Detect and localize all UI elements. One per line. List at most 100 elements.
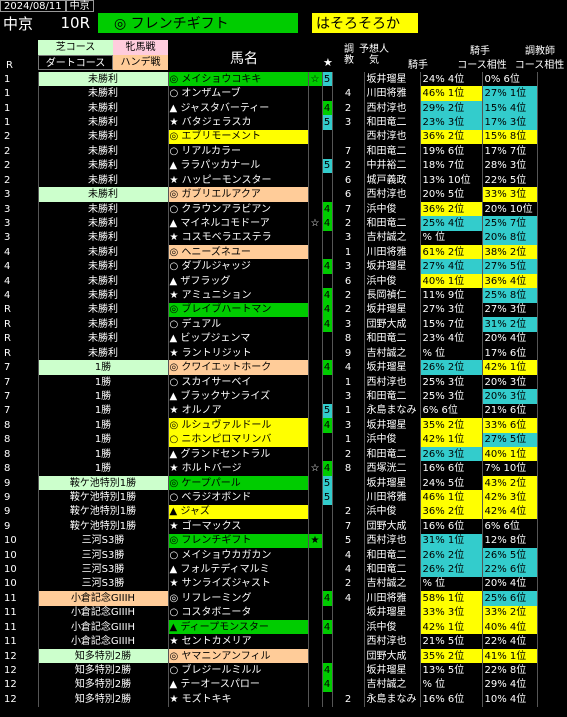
predict-rank: 2: [332, 158, 365, 173]
race-num: 7: [0, 389, 39, 404]
trainer-course-stat: 22% 5位: [482, 172, 538, 188]
table-row[interactable]: 9 鞍ケ池特別1勝 ○ ベラジオボンド 5 川田将雅 46% 1位 42% 3位: [0, 490, 538, 505]
table-row[interactable]: 11 小倉記念GIIIH ◎ リフレーミング 4 4 川田将雅 58% 1位 25% 6位: [0, 591, 538, 606]
table-row[interactable]: R 未勝利 ◎ ブレイブハートマン 4 2 坂井瑠星 27% 3位 27% 3位: [0, 302, 538, 318]
table-row[interactable]: 2 未勝利 ★ ハッピーモンスター 6 城戸義政 13% 10位 22% 5位: [0, 172, 538, 188]
table-row[interactable]: 8 1勝 ★ ホルトバージ ☆ 4 8 西塚洸二 16% 6位 7% 10位: [0, 461, 538, 476]
table-row[interactable]: 2 未勝利 ○ リアルカラー 7 和田竜二 19% 6位 17% 7位: [0, 144, 538, 159]
predict-value: 2: [344, 290, 352, 302]
race-class: 未勝利: [38, 86, 169, 101]
race-num: 2: [0, 158, 39, 173]
jockey-name: 坂井瑠星: [364, 360, 421, 375]
jockey-name: 坂井瑠星: [364, 663, 421, 678]
jockey-name: 団野大成: [364, 317, 421, 332]
trainer-course-stat: 22% 4位: [482, 634, 538, 649]
table-row[interactable]: 12 知多特別2勝 ○ ブレジールミルル 4 坂井瑠星 13% 5位 22% 8位: [0, 663, 538, 678]
predict-rank: 1: [332, 403, 365, 419]
jockey-name: 浜中俊: [364, 620, 421, 635]
trainer-course-stat: 42% 4位: [482, 504, 538, 520]
horse-name: ◎ ヤマニンアンフィル: [168, 648, 309, 664]
race-class: 未勝利: [38, 331, 169, 347]
predict-value: 1: [344, 434, 352, 446]
star-mark: ☆: [308, 72, 323, 87]
table-row[interactable]: 9 鞍ケ池特別1勝 ◎ ケープパール 5 坂井瑠星 24% 5位 43% 2位: [0, 475, 538, 491]
horse-name: ○ ニホンピロマリンバ: [168, 432, 309, 447]
table-row[interactable]: 4 未勝利 ◎ ヘニーズネユー 1 川田将雅 61% 2位 38% 2位: [0, 245, 538, 260]
table-row[interactable]: 7 1勝 ○ スカイサーベイ 1 西村淳也 25% 3位 20% 3位: [0, 374, 538, 390]
predict-rank: 1: [332, 432, 365, 447]
race-num: 1: [0, 115, 39, 130]
jockey-course-stat: 25% 4位: [420, 216, 483, 231]
venue-tab[interactable]: 中京: [65, 0, 94, 12]
predict-rank: 2: [332, 576, 365, 592]
race-class: 未勝利: [38, 72, 169, 87]
jockey-name: 永島まなみ: [364, 403, 421, 419]
table-row[interactable]: 9 鞍ケ池特別1勝 ★ ゴーマックス 7 団野大成 16% 6位 6% 6位: [0, 519, 538, 534]
star-mark: [308, 374, 323, 390]
jockey-name: 浜中俊: [364, 201, 421, 217]
table-row[interactable]: 3 未勝利 ○ クラウンアラビアン 4 7 浜中俊 36% 2位 20% 10位: [0, 201, 538, 217]
table-row[interactable]: 11 小倉記念GIIIH ▲ ディープモンスター 4 浜中俊 42% 1位 40% 4位: [0, 620, 538, 635]
table-row[interactable]: 4 未勝利 ○ ダブルジャッジ 4 3 坂井瑠星 27% 4位 27% 5位: [0, 259, 538, 274]
race-class: 未勝利: [38, 144, 169, 159]
table-row[interactable]: 9 鞍ケ池特別1勝 ▲ ジャズ 2 浜中俊 36% 2位 42% 4位: [0, 504, 538, 520]
table-row[interactable]: R 未勝利 ▲ ビップジェンマ 8 和田竜二 23% 4位 20% 4位: [0, 331, 538, 347]
predict-rank: [332, 129, 365, 145]
jockey-name: 中井裕二: [364, 158, 421, 173]
table-row[interactable]: 8 1勝 ○ ニホンピロマリンバ 1 浜中俊 42% 1位 27% 5位: [0, 432, 538, 447]
table-row[interactable]: 10 三河S3勝 ▲ フォルテディマルミ 4 和田竜二 26% 2位 22% 6位: [0, 562, 538, 577]
star-mark: [308, 288, 323, 303]
table-row[interactable]: 4 未勝利 ★ アミュニション 4 2 長岡禎仁 11% 9位 25% 8位: [0, 288, 538, 303]
jockey-course-stat: 16% 6位: [420, 692, 483, 707]
table-row[interactable]: 4 未勝利 ▲ ザフラッグ 6 浜中俊 40% 1位 36% 4位: [0, 273, 538, 289]
predict-rank: [332, 475, 365, 491]
col-r: R: [6, 60, 13, 71]
table-row[interactable]: 10 三河S3勝 ○ メイショウカガカン 4 和田竜二 26% 2位 26% 5位: [0, 547, 538, 563]
train-mark: [322, 172, 333, 188]
table-row[interactable]: 11 小倉記念GIIIH ○ コスタボニータ 坂井瑠星 33% 3位 33% 2位: [0, 605, 538, 621]
table-row[interactable]: 2 未勝利 ◎ エブリモーメント 西村淳也 36% 2位 15% 8位: [0, 129, 538, 145]
table-row[interactable]: R 未勝利 ○ デュアル 4 3 団野大成 15% 7位 31% 2位: [0, 317, 538, 332]
star-mark: [308, 317, 323, 332]
legend-handicap: ハンデ戦: [113, 55, 168, 70]
train-mark: 5: [322, 490, 333, 505]
table-row[interactable]: 7 1勝 ★ オルノア 5 1 永島まなみ 6% 6位 21% 6位: [0, 403, 538, 419]
jockey-course-stat: % 位: [420, 677, 483, 693]
train-mark: 4: [322, 201, 333, 217]
table-row[interactable]: 7 1勝 ◎ クワイエットホーク 4 4 坂井瑠星 26% 2位 42% 1位: [0, 360, 538, 375]
trainer-course-stat: 20% 8位: [482, 230, 538, 246]
table-row[interactable]: 8 1勝 ▲ グランドセントラル 2 和田竜二 26% 3位 40% 1位: [0, 446, 538, 462]
table-row[interactable]: R 未勝利 ★ ラントリジット 9 吉村誠之% 位 17% 6位: [0, 346, 538, 361]
table-row[interactable]: 3 未勝利 ★ コスモベラエステラ 3 吉村誠之% 位 20% 8位: [0, 230, 538, 246]
table-row[interactable]: 8 1勝 ◎ ルシュヴァルドール 4 3 坂井瑠星 35% 2位 33% 6位: [0, 418, 538, 433]
jockey-course-stat: 16% 6位: [420, 519, 483, 534]
table-row[interactable]: 12 知多特別2勝 ◎ ヤマニンアンフィル 団野大成 35% 2位 41% 1位: [0, 648, 538, 664]
table-row[interactable]: 10 三河S3勝 ★ サンライズジャスト 2 吉村誠之% 位 20% 4位: [0, 576, 538, 592]
table-row[interactable]: 1 未勝利 ▲ ジャスタバーティー 4 2 西村淳也 29% 2位 15% 4位: [0, 100, 538, 116]
trainer-course-stat: 42% 3位: [482, 490, 538, 505]
table-row[interactable]: 1 未勝利 ○ オンザムーブ 4 川田将雅 46% 1位 27% 1位: [0, 86, 538, 101]
table-row[interactable]: 11 小倉記念GIIIH ★ セントカメリア 西村淳也 21% 5位 22% 4位: [0, 634, 538, 649]
race-class: 未勝利: [38, 100, 169, 116]
table-row[interactable]: 12 知多特別2勝 ★ モズトキキ 2 永島まなみ 16% 6位 10% 4位: [0, 692, 538, 707]
jockey-name: 吉村誠之: [364, 576, 421, 592]
jockey-course-stat: 58% 1位: [420, 591, 483, 606]
star-mark: [308, 648, 323, 664]
train-mark: 4: [322, 259, 333, 274]
table-row[interactable]: 3 未勝利 ▲ マイネルコモドーア ☆ 4 2 和田竜二 25% 4位 25% 7位: [0, 216, 538, 231]
horse-name: ▲ ララパッカナール: [168, 158, 309, 173]
star-mark: [308, 346, 323, 361]
trainer-course-stat: 25% 6位: [482, 591, 538, 606]
table-row[interactable]: 3 未勝利 ◎ ガブリエルアクア 6 西村淳也 20% 5位 33% 3位: [0, 187, 538, 202]
table-row[interactable]: 7 1勝 ▲ ブラックサンライズ 3 和田竜二 25% 3位 20% 3位: [0, 389, 538, 404]
table-row[interactable]: 2 未勝利 ▲ ララパッカナール 5 2 中井裕二 18% 7位 28% 3位: [0, 158, 538, 173]
table-row[interactable]: 1 未勝利 ★ バタジェラスカ 5 3 和田竜二 23% 3位 17% 3位: [0, 115, 538, 130]
table-row[interactable]: 10 三河S3勝 ◎ フレンチギフト ★ 5 西村淳也 31% 1位 12% 8位: [0, 533, 538, 548]
table-row[interactable]: 1 未勝利 ◎ メイショウコキキ ☆ 5 坂井瑠星 24% 4位 0% 6位: [0, 72, 538, 87]
train-mark: [322, 533, 333, 548]
horse-name: ▲ テーオースパロー: [168, 677, 309, 693]
trainer-course-stat: 38% 2位: [482, 245, 538, 260]
race-class: 未勝利: [38, 245, 169, 260]
table-row[interactable]: 12 知多特別2勝 ▲ テーオースパロー 4 吉村誠之% 位 29% 4位: [0, 677, 538, 693]
predict-value: 4: [344, 549, 352, 561]
